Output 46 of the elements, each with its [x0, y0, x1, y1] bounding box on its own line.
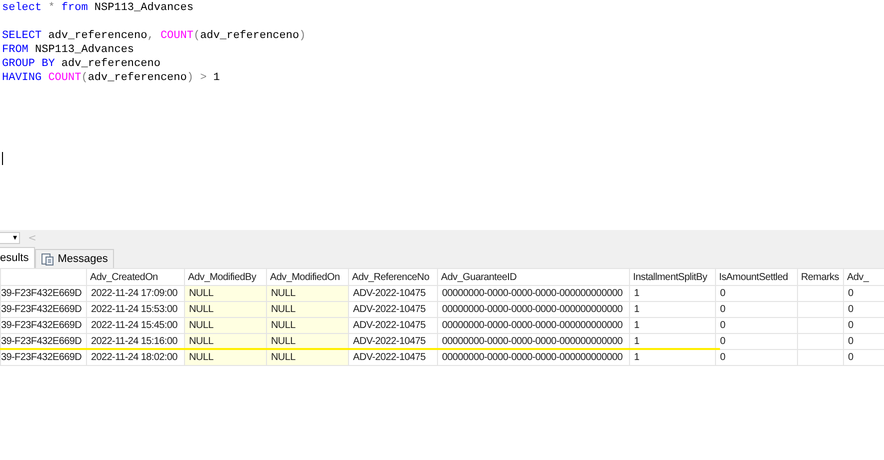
- table-cell: NULL: [266, 302, 348, 318]
- table-cell: 2022-11-24 15:53:00: [86, 302, 184, 318]
- code-line: SELECT adv_referenceno, COUNT(adv_referenceno): [1, 29, 306, 43]
- document-icon: [40, 252, 54, 266]
- table-cell: NULL: [266, 350, 348, 366]
- table-cell: NULL: [266, 318, 348, 334]
- code-line: GROUP BY adv_referenceno: [1, 57, 160, 71]
- results-tab[interactable]: esults: [0, 247, 35, 268]
- table-cell: ADV-2022-10475: [348, 302, 438, 318]
- table-cell: NULL: [184, 318, 266, 334]
- table-cell: 39-F23F432E669D: [0, 302, 86, 318]
- table-cell: 0: [716, 302, 798, 318]
- table-cell: 1: [630, 318, 716, 334]
- column-header[interactable]: Adv_ModifiedBy: [184, 268, 266, 286]
- column-header[interactable]: Adv_CreatedOn: [86, 268, 184, 286]
- table-cell: 1: [630, 286, 716, 302]
- table-cell: 0: [716, 350, 798, 366]
- code-line: select * from NSP113_Advances: [1, 1, 194, 15]
- table-cell: 2022-11-24 17:09:00: [86, 286, 184, 302]
- table-cell: 39-F23F432E669D: [0, 318, 86, 334]
- column-header[interactable]: InstallmentSplitBy: [630, 268, 716, 286]
- code-line: HAVING COUNT(adv_referenceno) > 1: [1, 71, 220, 85]
- messages-tab[interactable]: Messages: [34, 249, 114, 268]
- code-line: FROM NSP113_Advances: [1, 43, 134, 57]
- table-cell: 00000000-0000-0000-0000-000000000000: [438, 318, 630, 334]
- column-header[interactable]: Adv_ReferenceNo: [348, 268, 438, 286]
- table-cell: 00000000-0000-0000-0000-000000000000: [438, 302, 630, 318]
- column-header[interactable]: IsAmountSettled: [716, 268, 798, 286]
- column-header[interactable]: Adv_GuaranteeID: [438, 268, 630, 286]
- table-cell: 1: [630, 302, 716, 318]
- table-cell: NULL: [184, 286, 266, 302]
- column-header[interactable]: Remarks: [798, 268, 844, 286]
- text-cursor: [2, 152, 3, 165]
- table-cell: 2022-11-24 15:45:00: [86, 318, 184, 334]
- dropdown-button[interactable]: ▾: [0, 232, 20, 244]
- column-header[interactable]: Adv_: [844, 268, 884, 286]
- table-cell: 00000000-0000-0000-0000-000000000000: [438, 286, 630, 302]
- table-cell: 0: [716, 318, 798, 334]
- table-cell: 0: [716, 286, 798, 302]
- table-cell: 39-F23F432E669D: [0, 286, 86, 302]
- table-cell: NULL: [184, 302, 266, 318]
- table-cell: NULL: [266, 286, 348, 302]
- table-cell: NULL: [184, 350, 266, 366]
- column-header[interactable]: Adv_ModifiedOn: [266, 268, 348, 286]
- table-cell: ADV-2022-10475: [348, 318, 438, 334]
- table-cell: ADV-2022-10475: [348, 286, 438, 302]
